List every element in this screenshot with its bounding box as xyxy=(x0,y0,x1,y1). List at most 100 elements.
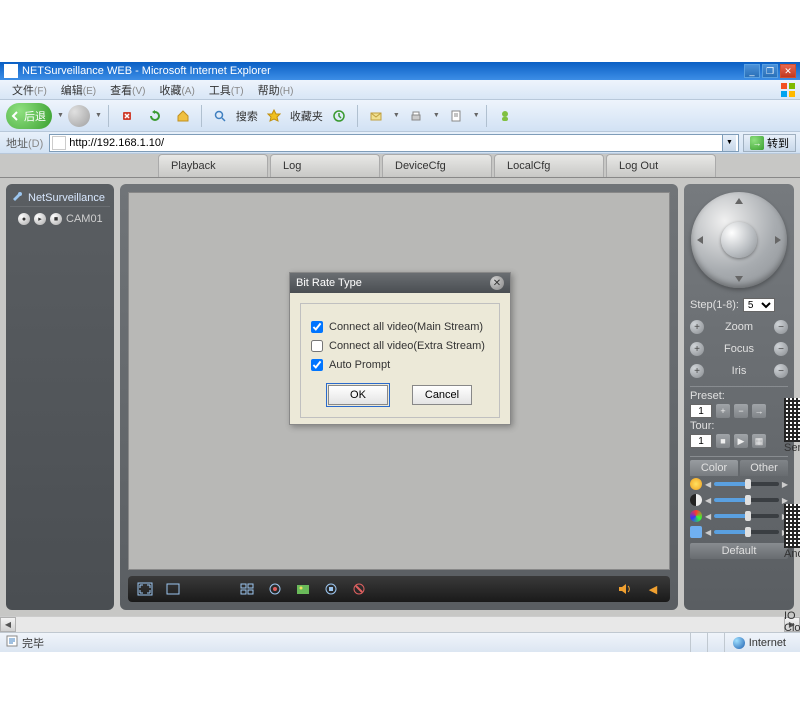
address-bar: 地址(D) ▼ → 转到 xyxy=(0,132,800,154)
preset-del-button[interactable]: − xyxy=(734,404,748,418)
horizontal-scrollbar[interactable]: ◀ ▶ xyxy=(0,616,800,632)
preset-input[interactable] xyxy=(690,404,712,418)
address-dropdown[interactable]: ▼ xyxy=(722,135,736,151)
tour-input[interactable] xyxy=(690,434,712,448)
iris-in-button[interactable]: + xyxy=(690,364,704,378)
ptz-panel: Step(1-8): 5 +Zoom− +Focus− +Iris− Prese… xyxy=(684,184,794,610)
maximize-button[interactable]: ❐ xyxy=(762,64,778,78)
edit-button[interactable] xyxy=(444,104,468,128)
contrast-slider[interactable]: ◀▶ xyxy=(690,492,788,508)
sidebar-root[interactable]: NetSurveillance xyxy=(10,190,110,207)
step-select[interactable]: 5 xyxy=(743,298,775,312)
tour-stop-button[interactable]: ■ xyxy=(716,434,730,448)
ptz-down-button[interactable] xyxy=(735,276,743,282)
refresh-button[interactable] xyxy=(143,104,167,128)
disconnect-all-button[interactable] xyxy=(348,579,370,599)
closing-label: Closing xyxy=(784,622,800,634)
opt-main-stream[interactable]: Connect all video(Main Stream) xyxy=(311,321,489,333)
default-button[interactable]: Default xyxy=(690,543,788,559)
tour-grid-button[interactable]: ▦ xyxy=(752,434,766,448)
snapshot-button[interactable] xyxy=(292,579,314,599)
single-view-button[interactable] xyxy=(162,579,184,599)
close-button[interactable]: ✕ xyxy=(780,64,796,78)
andr-label: Andr xyxy=(784,548,800,560)
search-button[interactable] xyxy=(208,104,232,128)
tab-logout[interactable]: Log Out xyxy=(606,154,716,177)
messenger-button[interactable] xyxy=(493,104,517,128)
favorites-button[interactable] xyxy=(262,104,286,128)
preset-go-button[interactable]: → xyxy=(752,404,766,418)
dialog-titlebar[interactable]: Bit Rate Type ✕ xyxy=(290,273,510,293)
other-tab[interactable]: Other xyxy=(740,460,788,476)
history-button[interactable] xyxy=(327,104,351,128)
go-arrow-icon: → xyxy=(750,136,764,150)
opt-main-stream-checkbox[interactable] xyxy=(311,321,323,333)
ptz-right-button[interactable] xyxy=(775,236,781,244)
menu-view[interactable]: 查看(V) xyxy=(104,80,151,100)
window-title: NETSurveillance WEB - Microsoft Internet… xyxy=(22,65,271,77)
ptz-up-button[interactable] xyxy=(735,198,743,204)
edit-dropdown[interactable]: ▼ xyxy=(473,112,480,119)
volume-button[interactable] xyxy=(614,579,636,599)
cam-label[interactable]: CAM01 xyxy=(66,213,103,225)
opt-extra-stream-checkbox[interactable] xyxy=(311,340,323,352)
cam-stop-button[interactable]: ■ xyxy=(50,213,62,225)
back-dropdown[interactable]: ▼ xyxy=(57,112,64,119)
saturation-slider[interactable]: ◀▶ xyxy=(690,508,788,524)
focus-in-button[interactable]: + xyxy=(690,342,704,356)
zoom-in-button[interactable]: + xyxy=(690,320,704,334)
preset-add-button[interactable]: + xyxy=(716,404,730,418)
print-button[interactable] xyxy=(404,104,428,128)
address-input[interactable] xyxy=(69,137,722,149)
tab-devicecfg[interactable]: DeviceCfg xyxy=(382,154,492,177)
color-tab[interactable]: Color xyxy=(690,460,738,476)
mail-dropdown[interactable]: ▼ xyxy=(393,112,400,119)
record-all-button[interactable] xyxy=(264,579,286,599)
tab-localcfg[interactable]: LocalCfg xyxy=(494,154,604,177)
menu-help[interactable]: 帮助(H) xyxy=(252,80,300,100)
ptz-center-button[interactable] xyxy=(721,222,757,258)
ptz-left-button[interactable] xyxy=(697,236,703,244)
home-button[interactable] xyxy=(171,104,195,128)
iris-out-button[interactable]: − xyxy=(774,364,788,378)
dialog-close-button[interactable]: ✕ xyxy=(490,276,504,290)
stop-button[interactable] xyxy=(115,104,139,128)
print-dropdown[interactable]: ▼ xyxy=(433,112,440,119)
menu-tools[interactable]: 工具(T) xyxy=(203,80,250,100)
tab-log[interactable]: Log xyxy=(270,154,380,177)
volume-slider-icon[interactable]: ◀ xyxy=(642,579,664,599)
forward-button[interactable] xyxy=(68,105,90,127)
forward-dropdown[interactable]: ▼ xyxy=(95,112,102,119)
address-label: 地址(D) xyxy=(4,135,45,151)
scroll-left-button[interactable]: ◀ xyxy=(0,617,16,632)
opt-auto-prompt-checkbox[interactable] xyxy=(311,359,323,371)
cam-record-button[interactable]: ● xyxy=(18,213,30,225)
wrench-icon xyxy=(12,192,24,204)
mail-button[interactable] xyxy=(364,104,388,128)
menu-file[interactable]: 文件(F) xyxy=(6,80,53,100)
menu-edit[interactable]: 编辑(E) xyxy=(55,80,102,100)
ok-button[interactable]: OK xyxy=(328,385,388,405)
go-button[interactable]: → 转到 xyxy=(743,134,796,152)
opt-auto-prompt[interactable]: Auto Prompt xyxy=(311,359,489,371)
tab-playback[interactable]: Playback xyxy=(158,154,268,177)
opt-extra-stream[interactable]: Connect all video(Extra Stream) xyxy=(311,340,489,352)
status-bar: 完毕 Internet xyxy=(0,632,800,652)
cam-play-button[interactable]: ▸ xyxy=(34,213,46,225)
zoom-out-button[interactable]: − xyxy=(774,320,788,334)
quad-view-button[interactable] xyxy=(236,579,258,599)
focus-out-button[interactable]: − xyxy=(774,342,788,356)
stop-all-button[interactable] xyxy=(320,579,342,599)
tour-play-button[interactable]: ▶ xyxy=(734,434,748,448)
cancel-button[interactable]: Cancel xyxy=(412,385,472,405)
qr-strip: Seria Andr IO Closing xyxy=(784,398,800,634)
minimize-button[interactable]: _ xyxy=(744,64,760,78)
status-text: 完毕 xyxy=(22,635,44,651)
hue-slider[interactable]: ◀▶ xyxy=(690,524,788,540)
back-button[interactable]: 后退 xyxy=(6,103,52,129)
fullscreen-button[interactable] xyxy=(134,579,156,599)
brightness-slider[interactable]: ◀▶ xyxy=(690,476,788,492)
search-label: 搜索 xyxy=(236,108,258,124)
step-label: Step(1-8): xyxy=(690,299,739,311)
menu-favorites[interactable]: 收藏(A) xyxy=(153,80,200,100)
